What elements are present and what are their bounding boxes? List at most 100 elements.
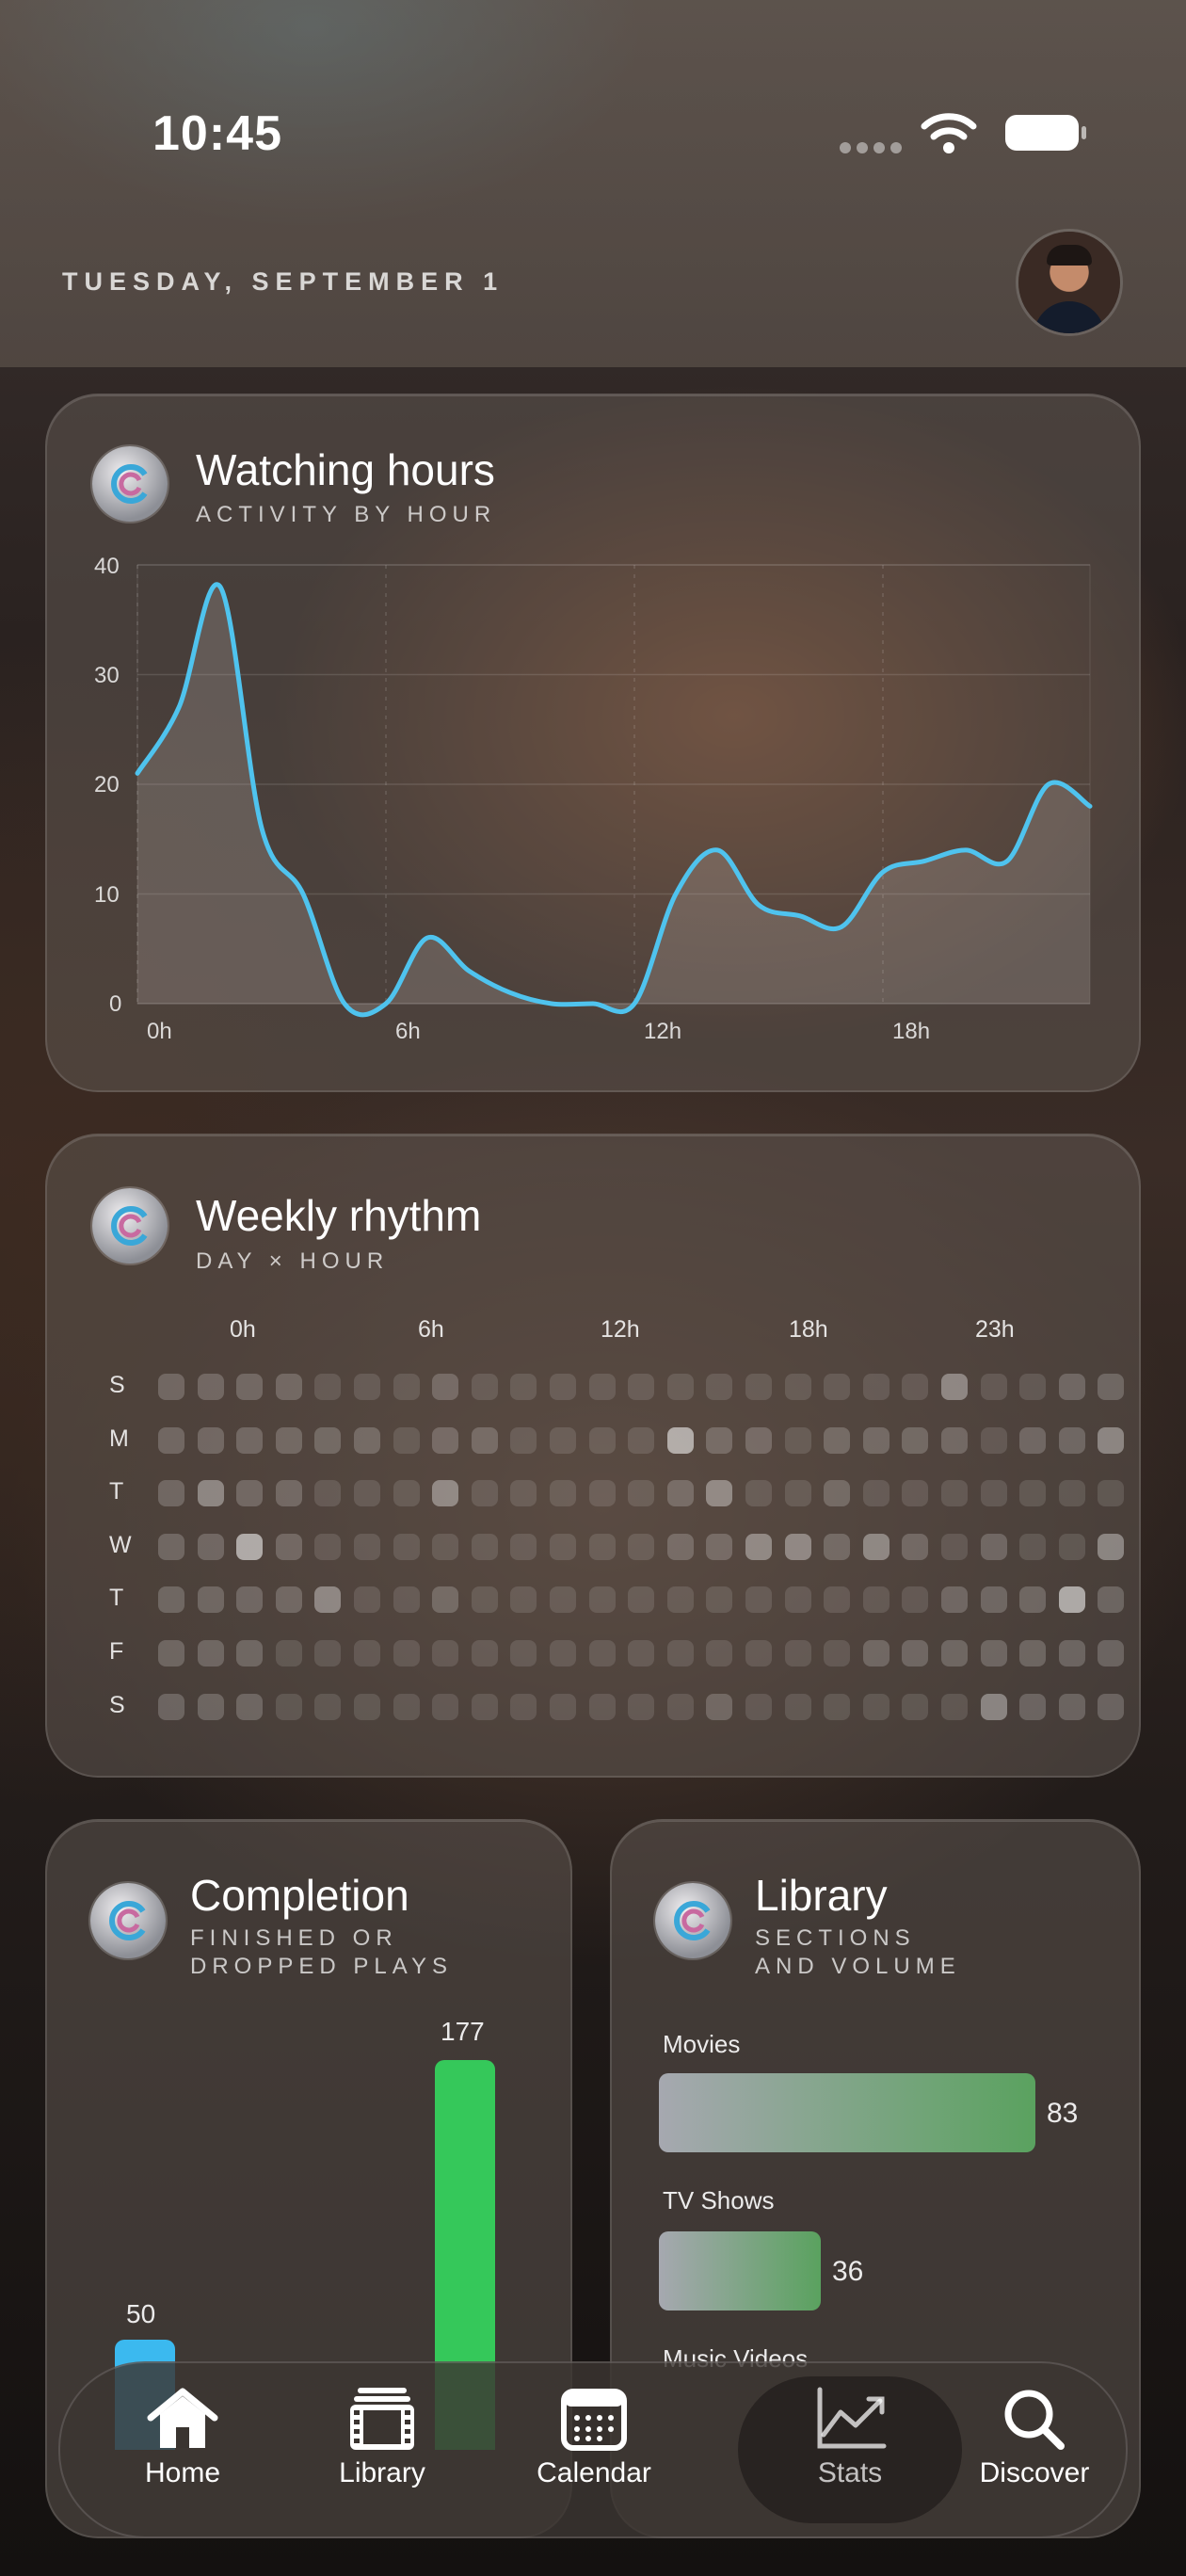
heatmap-cell [236, 1586, 264, 1614]
heatmap-cell [980, 1480, 1007, 1507]
heatmap-cell [941, 1640, 968, 1666]
heatmap-cell [628, 1480, 655, 1507]
heatmap-cell [628, 1693, 655, 1720]
heatmap-cell [471, 1533, 498, 1560]
heatmap-cell [588, 1533, 616, 1560]
heatmap-cell [941, 1374, 968, 1400]
heatmap-cell [980, 1533, 1007, 1560]
heatmap-cell [824, 1586, 851, 1614]
heatmap-cell [824, 1533, 851, 1560]
heatmap-cell [902, 1586, 929, 1614]
heatmap-cell [706, 1533, 733, 1560]
heatmap-cell [666, 1533, 694, 1560]
heatmap-cell [158, 1640, 184, 1666]
heatmap-cell [824, 1693, 851, 1720]
heatmap-cell [706, 1374, 733, 1400]
heatmap-cell [432, 1533, 459, 1560]
heatmap-cell [1098, 1586, 1125, 1614]
heatmap-cell [1098, 1480, 1125, 1507]
heatmap-cell [314, 1533, 342, 1560]
heatmap-cell [784, 1640, 811, 1666]
library-value-movies: 83 [1047, 2098, 1079, 2129]
heatmap-cell [980, 1586, 1007, 1614]
tab-stats[interactable]: Stats [738, 2363, 962, 2536]
heatmap-cell [1019, 1640, 1047, 1666]
heatmap-cell [784, 1480, 811, 1507]
header-area [0, 0, 1186, 367]
calendar-icon [561, 2389, 627, 2451]
heatmap-cell [902, 1533, 929, 1560]
heatmap-cell [550, 1693, 576, 1720]
heatmap-cell [275, 1693, 302, 1720]
heatmap-cell [666, 1374, 694, 1400]
heatmap-cell [550, 1480, 576, 1507]
heatmap-cell [745, 1480, 772, 1507]
heatmap-cell [393, 1586, 420, 1614]
completion-title: Completion [190, 1871, 409, 1920]
hour-label: 12h [601, 1316, 640, 1343]
heatmap-cell [941, 1586, 968, 1614]
heatmap-cell [236, 1374, 264, 1400]
heatmap-cell [550, 1586, 576, 1614]
tab-calendar[interactable]: Calendar [514, 2363, 674, 2536]
day-label: S [109, 1691, 125, 1718]
heatmap-cell [471, 1374, 498, 1400]
heatmap-cell [432, 1640, 459, 1666]
magnifier-icon [1004, 2390, 1065, 2450]
heatmap-cell [824, 1480, 851, 1507]
tab-home[interactable]: Home [117, 2363, 248, 2536]
status-time: 10:45 [152, 106, 282, 161]
heatmap-cell [862, 1533, 890, 1560]
heatmap-cell [1019, 1426, 1047, 1454]
heatmap-cell [824, 1426, 851, 1454]
heatmap-cell [941, 1426, 968, 1454]
heatmap-cell [745, 1426, 772, 1454]
heatmap-cell [158, 1480, 184, 1507]
heatmap-cell [745, 1374, 772, 1400]
heatmap-cell [941, 1693, 968, 1720]
tab-home-label: Home [144, 2457, 221, 2488]
heatmap-cell [354, 1693, 380, 1720]
heatmap-cell [862, 1640, 890, 1666]
library-subtitle-2: AND VOLUME [755, 1954, 961, 1979]
heatmap-cell [902, 1640, 929, 1666]
heatmap-cell [197, 1693, 224, 1720]
heatmap-cell [510, 1640, 537, 1666]
heatmap-cell [666, 1586, 694, 1614]
heatmap-cell [236, 1640, 264, 1666]
heatmap-cell [1058, 1586, 1085, 1614]
heatmap-cell [471, 1480, 498, 1507]
heatmap-cell [784, 1693, 811, 1720]
tab-discover[interactable]: Discover [945, 2363, 1124, 2536]
heatmap-cell [393, 1693, 420, 1720]
heatmap-cell [980, 1374, 1007, 1400]
heatmap-cell [588, 1693, 616, 1720]
heatmap-cell [745, 1533, 772, 1560]
app-logo-icon [90, 1883, 166, 1958]
heatmap-cell [862, 1586, 890, 1614]
heatmap-cell [158, 1426, 184, 1454]
heatmap-cell [1019, 1693, 1047, 1720]
heatmap-cell [588, 1586, 616, 1614]
heatmap-cell [354, 1586, 380, 1614]
watching-hours-subtitle: ACTIVITY BY HOUR [196, 502, 497, 527]
heatmap-cell [1058, 1533, 1085, 1560]
heatmap-cell [902, 1693, 929, 1720]
film-stack-icon [350, 2388, 414, 2450]
profile-avatar[interactable] [1018, 232, 1120, 333]
tab-library-label: Library [339, 2457, 425, 2488]
tab-library[interactable]: Library [316, 2363, 448, 2536]
heatmap-cell [354, 1533, 380, 1560]
heatmap-cell [666, 1693, 694, 1720]
heatmap-cell [236, 1426, 264, 1454]
heatmap-cell [158, 1374, 184, 1400]
heatmap-cell [824, 1374, 851, 1400]
tab-bar: Home Library Calendar Stats Discover [58, 2361, 1128, 2538]
heatmap-cell [275, 1480, 302, 1507]
heatmap-cell [314, 1480, 342, 1507]
heatmap-cell [510, 1586, 537, 1614]
heatmap-cell [1019, 1480, 1047, 1507]
heatmap-cell [628, 1586, 655, 1614]
heatmap-cell [588, 1480, 616, 1507]
heatmap-cell [588, 1374, 616, 1400]
